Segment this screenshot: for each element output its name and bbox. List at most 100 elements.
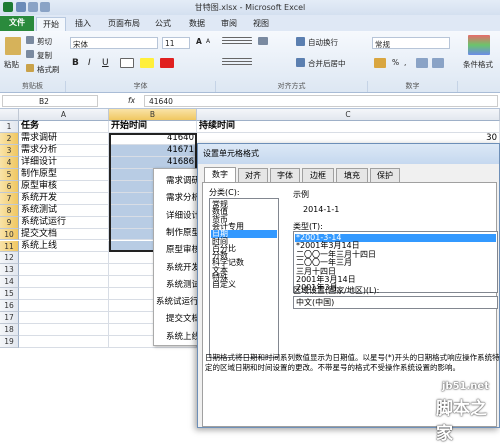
empty-cell[interactable] xyxy=(19,288,109,301)
tab-formulas[interactable]: 公式 xyxy=(150,17,176,31)
row-header[interactable]: 19 xyxy=(0,336,19,349)
font-size-select[interactable]: 11 xyxy=(162,37,190,49)
select-all-corner[interactable] xyxy=(0,109,19,121)
align-top-icons[interactable] xyxy=(222,37,252,45)
tab-view[interactable]: 视图 xyxy=(248,17,274,31)
align-left-icons[interactable] xyxy=(222,58,252,66)
tab-review[interactable]: 审阅 xyxy=(216,17,242,31)
font-family-select[interactable]: 宋体 xyxy=(70,37,158,49)
orientation-icon[interactable] xyxy=(258,37,268,45)
task-cell[interactable]: 详细设计 xyxy=(19,156,109,169)
tab-font[interactable]: 字体 xyxy=(270,168,300,182)
format-painter-icon[interactable] xyxy=(26,64,34,72)
task-cell[interactable]: 系统测试 xyxy=(19,204,109,217)
locale-select[interactable]: 中文(中国) xyxy=(293,296,498,309)
task-cell[interactable]: 系统开发 xyxy=(19,192,109,205)
row-header[interactable]: 6 xyxy=(0,180,19,193)
row-header[interactable]: 4 xyxy=(0,156,19,169)
comma-button[interactable]: , xyxy=(404,58,406,67)
row-header[interactable]: 1 xyxy=(0,121,19,133)
paste-icon[interactable] xyxy=(5,37,21,55)
format-painter-button[interactable]: 格式刷 xyxy=(37,64,60,75)
task-cell[interactable]: 提交文档 xyxy=(19,228,109,241)
type-list[interactable]: *2001-3-14 *2001年3月14日 二〇〇一年三月十四日 二〇〇一年三月 三月… xyxy=(293,231,498,293)
empty-cell[interactable] xyxy=(19,264,109,277)
row-header[interactable]: 8 xyxy=(0,204,19,217)
empty-cell[interactable] xyxy=(19,312,109,325)
row-header[interactable]: 3 xyxy=(0,144,19,157)
task-cell[interactable]: 原型审核 xyxy=(19,180,109,193)
row-header[interactable]: 11 xyxy=(0,240,19,253)
wrap-text-icon[interactable] xyxy=(296,37,305,46)
shrink-font-icon[interactable]: A xyxy=(206,38,210,45)
tab-file[interactable]: 文件 xyxy=(0,16,34,31)
row-header[interactable]: 7 xyxy=(0,192,19,205)
category-list[interactable]: 常规 数值 货币 会计专用 日期 时间 百分比 分数 科学记数 文本 特殊 自定义 xyxy=(209,198,279,358)
row-header[interactable]: 17 xyxy=(0,312,19,325)
merge-center-button[interactable]: 合并后居中 xyxy=(308,58,346,69)
row-header[interactable]: 15 xyxy=(0,288,19,301)
underline-button[interactable]: U xyxy=(102,58,109,68)
tab-alignment[interactable]: 对齐 xyxy=(238,168,268,182)
wrap-text-button[interactable]: 自动换行 xyxy=(308,37,338,48)
grow-font-icon[interactable]: A xyxy=(196,37,202,46)
decrease-decimal-icon[interactable] xyxy=(432,58,444,68)
column-header-a[interactable]: A xyxy=(19,109,109,121)
row-header[interactable]: 5 xyxy=(0,168,19,181)
empty-cell[interactable] xyxy=(19,324,109,337)
tab-fill[interactable]: 填充 xyxy=(336,168,368,182)
paste-label[interactable]: 粘贴 xyxy=(4,59,19,70)
empty-cell[interactable] xyxy=(19,276,109,289)
tab-protection[interactable]: 保护 xyxy=(370,168,400,182)
bold-button[interactable]: B xyxy=(72,58,79,68)
italic-button[interactable]: I xyxy=(88,58,91,68)
fx-icon[interactable]: fx xyxy=(128,96,135,105)
name-box[interactable]: B2 xyxy=(2,95,98,107)
currency-icon[interactable] xyxy=(374,58,386,68)
task-cell[interactable]: 系统试运行 xyxy=(19,216,109,229)
number-format-select[interactable]: 常规 xyxy=(372,37,450,49)
fill-color-icon[interactable] xyxy=(140,58,154,68)
row-header[interactable]: 13 xyxy=(0,264,19,277)
column-header-b[interactable]: B xyxy=(109,109,197,121)
row-header[interactable]: 14 xyxy=(0,276,19,289)
row-header[interactable]: 10 xyxy=(0,228,19,241)
increase-decimal-icon[interactable] xyxy=(416,58,428,68)
copy-icon[interactable] xyxy=(26,50,34,58)
type-item[interactable]: 二〇〇一年三月 xyxy=(296,259,352,267)
task-cell[interactable]: 需求调研 xyxy=(19,132,109,145)
conditional-format-icon[interactable] xyxy=(468,35,490,55)
formula-input[interactable]: 41640 xyxy=(144,95,498,107)
cell-b1[interactable]: 开始时间 xyxy=(109,121,197,133)
number-group-label: 数字 xyxy=(368,81,458,92)
percent-button[interactable]: % xyxy=(392,58,399,67)
cut-button[interactable]: 剪切 xyxy=(37,36,52,47)
tab-page-layout[interactable]: 页面布局 xyxy=(104,17,144,31)
empty-cell[interactable] xyxy=(19,336,109,349)
cut-icon[interactable] xyxy=(26,36,34,44)
empty-cell[interactable] xyxy=(19,252,109,265)
row-header[interactable]: 16 xyxy=(0,300,19,313)
task-cell[interactable]: 需求分析 xyxy=(19,144,109,157)
row-header[interactable]: 12 xyxy=(0,252,19,265)
row-header[interactable]: 18 xyxy=(0,324,19,337)
tab-data[interactable]: 数据 xyxy=(184,17,210,31)
tab-number[interactable]: 数字 xyxy=(204,167,236,183)
copy-button[interactable]: 复制 xyxy=(37,50,52,61)
tab-border[interactable]: 边框 xyxy=(302,168,334,182)
merge-center-icon[interactable] xyxy=(296,58,305,67)
tab-insert[interactable]: 插入 xyxy=(70,17,96,31)
task-cell[interactable]: 制作原型 xyxy=(19,168,109,181)
conditional-format-button[interactable]: 条件格式 xyxy=(463,59,493,70)
cell-c1[interactable]: 持续时间 xyxy=(197,121,500,133)
category-item[interactable]: 自定义 xyxy=(212,281,236,289)
border-icon[interactable] xyxy=(120,58,134,68)
row-header[interactable]: 9 xyxy=(0,216,19,229)
row-header[interactable]: 2 xyxy=(0,132,19,145)
font-color-icon[interactable] xyxy=(160,58,174,68)
empty-cell[interactable] xyxy=(19,300,109,313)
task-cell[interactable]: 系统上线 xyxy=(19,240,109,253)
column-header-c[interactable]: C xyxy=(197,109,500,121)
cell-a1[interactable]: 任务 xyxy=(19,121,109,133)
tab-home[interactable]: 开始 xyxy=(36,17,66,31)
